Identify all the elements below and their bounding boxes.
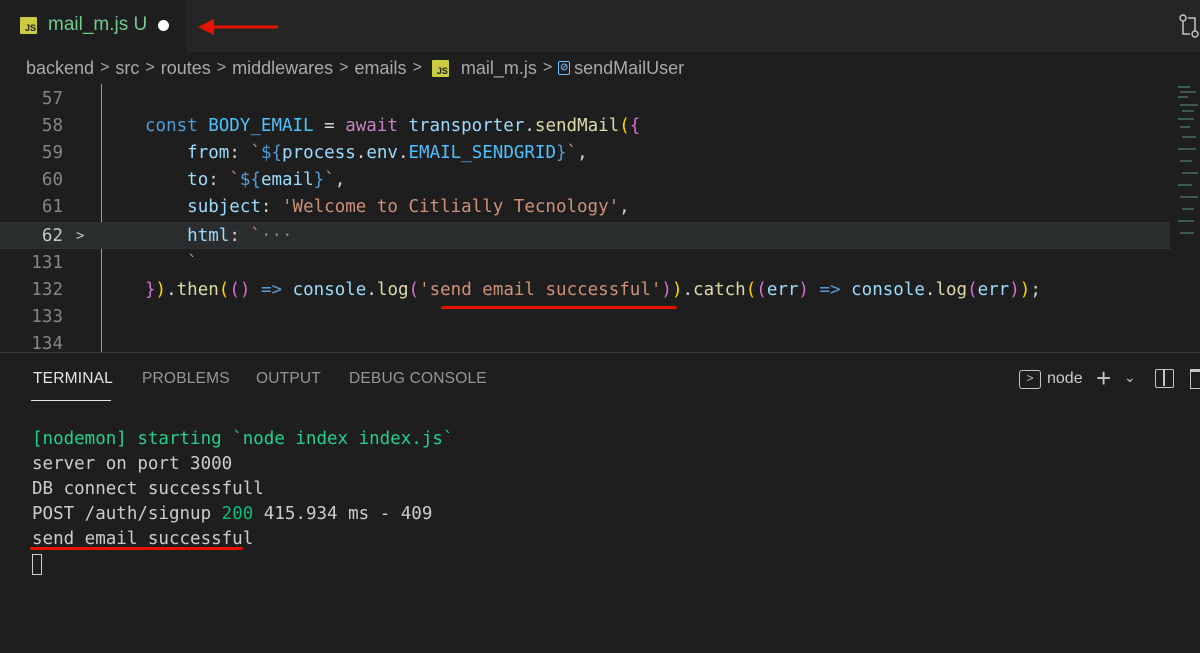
terminal-line: DB connect successfull bbox=[32, 479, 264, 499]
line-number: 133 bbox=[31, 307, 63, 327]
compare-changes-icon[interactable] bbox=[1178, 14, 1200, 38]
line-number: 131 bbox=[31, 253, 63, 273]
active-tab-indicator bbox=[31, 400, 111, 401]
code-text: const BODY_EMAIL = await transporter.sen… bbox=[145, 116, 641, 136]
chevron-right-icon: > bbox=[412, 59, 422, 76]
chevron-right-icon: > bbox=[100, 59, 110, 76]
line-number: 57 bbox=[41, 89, 63, 109]
breadcrumb-item-backend[interactable]: backend bbox=[26, 58, 94, 79]
tab-title: mail_m.js U bbox=[48, 14, 148, 35]
chevron-right-icon: > bbox=[542, 59, 553, 76]
minimap[interactable] bbox=[1174, 84, 1200, 244]
code-line-current: 62 > html: `··· bbox=[0, 222, 1170, 249]
tab-output[interactable]: OUTPUT bbox=[256, 370, 321, 388]
tab-terminal[interactable]: TERMINAL bbox=[33, 370, 113, 388]
breadcrumb-item-middlewares[interactable]: middlewares bbox=[232, 58, 333, 79]
tab-mail-m-js[interactable]: JS mail_m.js U bbox=[0, 0, 186, 52]
code-line: 132 }).then(() => console.log('send emai… bbox=[0, 277, 1170, 304]
editor-tab-bar: JS mail_m.js U bbox=[0, 0, 1200, 52]
chevron-right-icon: > bbox=[216, 59, 227, 76]
code-text: from: `${process.env.EMAIL_SENDGRID}`, bbox=[187, 143, 588, 163]
line-number: 59 bbox=[41, 143, 63, 163]
code-line: 134 bbox=[0, 331, 1170, 352]
breadcrumb-item-file[interactable]: mail_m.js bbox=[461, 58, 537, 79]
line-number: 132 bbox=[31, 280, 63, 300]
code-line: 131 ` bbox=[0, 250, 1170, 277]
code-line: 57 bbox=[0, 86, 1170, 113]
breadcrumb: backend > src > routes > middlewares > e… bbox=[0, 52, 1200, 84]
status-code: 200 bbox=[221, 504, 254, 524]
js-file-icon: JS bbox=[431, 59, 449, 77]
breadcrumb-item-symbol[interactable]: sendMailUser bbox=[574, 58, 684, 79]
split-terminal-icon[interactable] bbox=[1155, 369, 1174, 388]
variable-symbol-icon: ⊘ bbox=[558, 60, 571, 75]
chevron-down-icon[interactable]: ⌄ bbox=[1124, 369, 1136, 386]
terminal-line: POST /auth/signup 200 415.934 ms - 409 bbox=[32, 502, 453, 527]
code-editor[interactable]: 57 58 const BODY_EMAIL = await transport… bbox=[0, 84, 1200, 352]
terminal-line: server on port 3000 bbox=[32, 454, 233, 474]
code-text: subject: 'Welcome to Citlially Tecnology… bbox=[187, 197, 630, 217]
code-line: 61 subject: 'Welcome to Citlially Tecnol… bbox=[0, 194, 1170, 221]
terminal-name[interactable]: node bbox=[1047, 370, 1083, 388]
line-number: 58 bbox=[41, 116, 63, 136]
code-line: 60 to: `${email}`, bbox=[0, 167, 1170, 194]
breadcrumb-item-src[interactable]: src bbox=[115, 58, 139, 79]
tab-debug-console[interactable]: DEBUG CONSOLE bbox=[349, 370, 487, 388]
breadcrumb-item-routes[interactable]: routes bbox=[161, 58, 211, 79]
line-number: 134 bbox=[31, 334, 63, 352]
terminal-line: [nodemon] starting `node index index.js` bbox=[32, 429, 454, 449]
line-number: 60 bbox=[41, 170, 63, 190]
code-text: ` bbox=[187, 253, 198, 273]
kill-terminal-trash-icon[interactable] bbox=[1190, 369, 1200, 389]
code-text: html: `··· bbox=[187, 226, 293, 246]
code-line: 59 from: `${process.env.EMAIL_SENDGRID}`… bbox=[0, 140, 1170, 167]
code-text: }).then(() => console.log('send email su… bbox=[145, 280, 1041, 300]
line-number: 62 bbox=[41, 226, 63, 246]
new-terminal-plus-icon[interactable]: + bbox=[1096, 363, 1111, 394]
chevron-right-icon: > bbox=[339, 59, 349, 76]
request-text: POST /auth/signup bbox=[32, 504, 222, 524]
chevron-right-icon: > bbox=[145, 59, 155, 76]
terminal-cursor bbox=[32, 553, 42, 575]
terminal-output[interactable]: [nodemon] starting `node index index.js`… bbox=[32, 427, 453, 577]
terminal-cursor-line bbox=[32, 552, 453, 577]
terminal-panel: TERMINAL PROBLEMS OUTPUT DEBUG CONSOLE >… bbox=[0, 352, 1200, 653]
unsaved-dot-icon[interactable] bbox=[158, 20, 169, 31]
red-underline-annotation bbox=[441, 306, 677, 309]
fold-chevron-icon[interactable]: > bbox=[76, 223, 84, 250]
tab-problems[interactable]: PROBLEMS bbox=[142, 370, 230, 388]
breadcrumb-item-emails[interactable]: emails bbox=[355, 58, 407, 79]
red-arrow-annotation bbox=[198, 19, 278, 35]
request-timing: 415.934 ms - 409 bbox=[253, 504, 433, 524]
terminal-icon[interactable]: > bbox=[1019, 370, 1041, 389]
code-line: 58 const BODY_EMAIL = await transporter.… bbox=[0, 113, 1170, 140]
line-number: 61 bbox=[41, 197, 63, 217]
red-underline-annotation bbox=[30, 547, 243, 550]
js-file-icon: JS bbox=[20, 17, 37, 34]
code-text: to: `${email}`, bbox=[187, 170, 346, 190]
